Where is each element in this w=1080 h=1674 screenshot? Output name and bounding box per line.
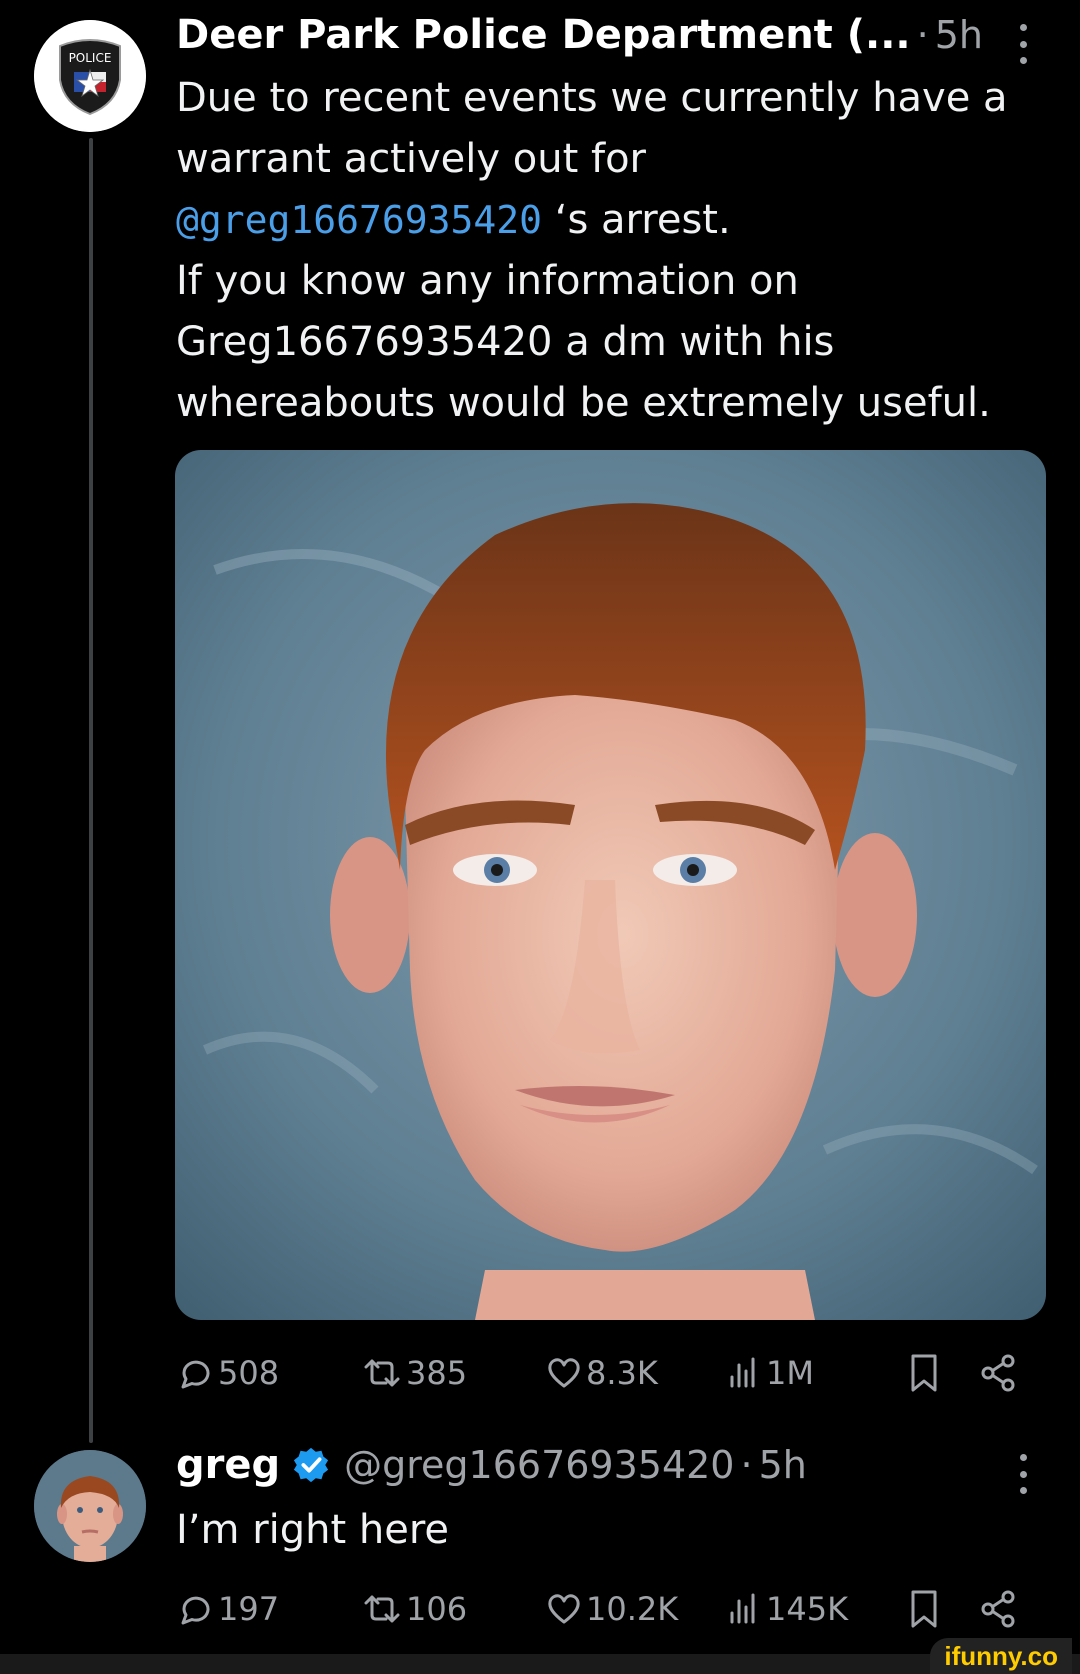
like-button[interactable]: 10.2K <box>544 1584 678 1634</box>
reply-button[interactable]: 508 <box>176 1348 279 1398</box>
bookmark-button[interactable] <box>904 1584 944 1634</box>
greg-portrait-thumbnail <box>34 1450 146 1562</box>
repost-icon <box>364 1595 400 1623</box>
repost-button[interactable]: 385 <box>360 1348 467 1398</box>
author-handle[interactable]: @greg16676935420 <box>344 1443 734 1487</box>
reply-count: 508 <box>218 1354 280 1392</box>
tweet2-text: I’m right here <box>176 1507 450 1553</box>
mention-link[interactable]: @greg16676935420 <box>176 198 542 242</box>
author-name[interactable]: Deer Park Police Department (... <box>176 12 911 58</box>
greg-avatar[interactable] <box>34 1450 146 1562</box>
tweet1-text-line2: If you know any information on Greg16676… <box>176 258 991 426</box>
like-button[interactable]: 8.3K <box>544 1348 658 1398</box>
tweet2-actions: 197 106 10.2K 145K <box>176 1584 1026 1634</box>
reply-icon <box>181 1360 210 1389</box>
share-icon <box>981 1590 1015 1628</box>
reply-button[interactable]: 197 <box>176 1584 279 1634</box>
tweet-photo[interactable] <box>175 450 1046 1320</box>
views-button[interactable]: 1M <box>724 1348 814 1398</box>
views-bar-chart-icon <box>730 1357 755 1388</box>
timestamp[interactable]: 5h <box>935 13 983 57</box>
heart-icon <box>548 1358 580 1388</box>
views-bar-chart-icon <box>730 1593 755 1624</box>
share-button[interactable] <box>976 1584 1020 1634</box>
bottom-strip <box>0 1654 1080 1674</box>
separator-dot: · <box>740 1443 753 1487</box>
reply-icon <box>181 1596 210 1625</box>
like-count: 8.3K <box>586 1354 658 1392</box>
view-count: 1M <box>766 1354 814 1392</box>
repost-icon <box>364 1359 400 1387</box>
like-count: 10.2K <box>586 1590 679 1628</box>
repost-count: 385 <box>406 1354 468 1392</box>
tweet1-header: Deer Park Police Department (... · 5h <box>176 12 983 58</box>
heart-icon <box>548 1594 580 1624</box>
police-avatar[interactable]: POLICE <box>34 20 146 132</box>
reply-count: 197 <box>218 1590 280 1628</box>
portrait-photo <box>175 450 1046 1320</box>
repost-count: 106 <box>406 1590 468 1628</box>
repost-button[interactable]: 106 <box>360 1584 467 1634</box>
thread-connector-line <box>89 138 93 1443</box>
tweet2-body: I’m right here <box>176 1500 1056 1561</box>
bookmark-button[interactable] <box>904 1348 944 1398</box>
views-button[interactable]: 145K <box>724 1584 848 1634</box>
tweet2-header: greg @greg16676935420 · 5h <box>176 1440 807 1488</box>
police-badge-icon: POLICE <box>34 20 146 132</box>
separator-dot: · <box>916 13 929 57</box>
more-options-icon[interactable] <box>1018 1454 1028 1494</box>
author-name[interactable]: greg <box>176 1442 280 1488</box>
more-options-icon[interactable] <box>1018 24 1028 64</box>
verified-badge-icon <box>294 1447 329 1483</box>
badge-text: POLICE <box>69 51 112 65</box>
tweet1-text-intro: Due to recent events we currently have a… <box>176 75 1008 182</box>
share-button[interactable] <box>976 1348 1020 1398</box>
tweet1-body: Due to recent events we currently have a… <box>176 68 1056 434</box>
share-icon <box>981 1354 1015 1392</box>
tweet1-actions: 508 385 8.3K 1M <box>176 1348 1026 1398</box>
tweet1-text-after-mention: ‘s arrest. <box>542 197 731 243</box>
ifunny-watermark: ifunny.co <box>930 1638 1072 1674</box>
view-count: 145K <box>766 1590 849 1628</box>
bookmark-icon <box>911 1590 937 1628</box>
bookmark-icon <box>911 1354 937 1392</box>
timestamp[interactable]: 5h <box>759 1443 807 1487</box>
